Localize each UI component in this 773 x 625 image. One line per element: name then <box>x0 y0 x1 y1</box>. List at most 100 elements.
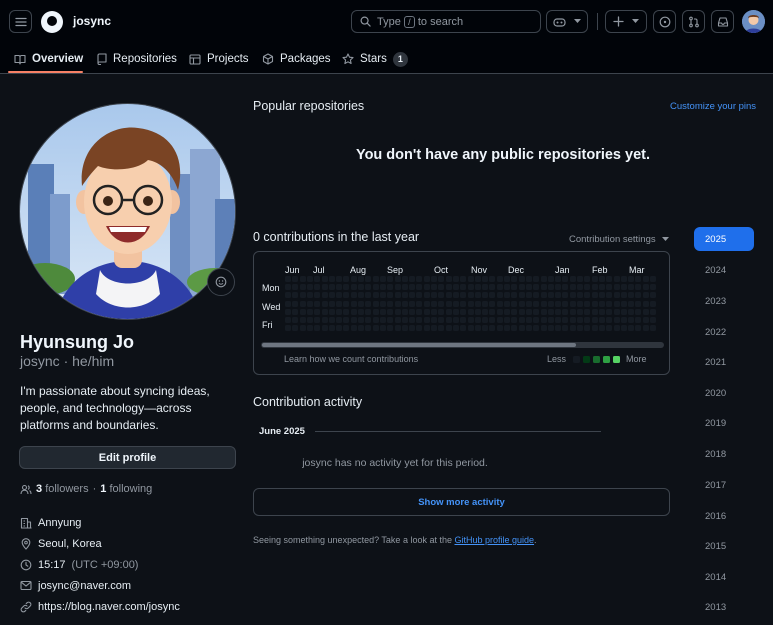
contribution-day-cell[interactable] <box>285 300 291 307</box>
contribution-day-cell[interactable] <box>482 300 489 307</box>
contribution-day-cell[interactable] <box>650 276 656 282</box>
contribution-day-cell[interactable] <box>379 325 386 332</box>
contribution-day-cell[interactable] <box>394 300 401 307</box>
contribution-day-cell[interactable] <box>365 284 372 291</box>
copilot-button[interactable] <box>546 10 588 33</box>
contribution-day-cell[interactable] <box>299 276 306 282</box>
contribution-day-cell[interactable] <box>584 325 591 332</box>
contribution-day-cell[interactable] <box>321 325 328 332</box>
contribution-day-cell[interactable] <box>350 317 357 323</box>
contribution-day-cell[interactable] <box>401 276 408 282</box>
contribution-day-cell[interactable] <box>336 276 343 282</box>
contribution-day-cell[interactable] <box>372 292 379 299</box>
year-button-2018[interactable]: 2018 <box>694 442 754 466</box>
contribution-day-cell[interactable] <box>394 284 401 291</box>
contribution-day-cell[interactable] <box>511 300 518 307</box>
contribution-day-cell[interactable] <box>606 325 613 332</box>
contribution-day-cell[interactable] <box>292 317 299 323</box>
contribution-day-cell[interactable] <box>562 308 569 315</box>
contribution-day-cell[interactable] <box>496 292 503 299</box>
contribution-day-cell[interactable] <box>650 284 656 291</box>
contribution-day-cell[interactable] <box>547 325 554 332</box>
contribution-day-cell[interactable] <box>547 284 554 291</box>
contribution-day-cell[interactable] <box>409 276 416 282</box>
show-more-activity-button[interactable]: Show more activity <box>253 488 670 516</box>
contribution-day-cell[interactable] <box>540 317 547 323</box>
contribution-day-cell[interactable] <box>525 292 532 299</box>
github-logo-icon[interactable] <box>41 11 63 33</box>
contribution-day-cell[interactable] <box>635 300 642 307</box>
contribution-day-cell[interactable] <box>431 292 437 299</box>
contribution-day-cell[interactable] <box>620 292 627 299</box>
contribution-day-cell[interactable] <box>635 325 642 332</box>
contribution-day-cell[interactable] <box>547 308 554 315</box>
contribution-day-cell[interactable] <box>474 300 481 307</box>
menu-button[interactable] <box>9 10 32 33</box>
contribution-day-cell[interactable] <box>606 292 613 299</box>
contribution-day-cell[interactable] <box>569 317 576 323</box>
contribution-day-cell[interactable] <box>518 325 525 332</box>
year-button-2019[interactable]: 2019 <box>694 411 754 435</box>
contribution-day-cell[interactable] <box>387 284 394 291</box>
contribution-day-cell[interactable] <box>591 284 598 291</box>
following-link[interactable]: 1 following <box>100 483 152 495</box>
contribution-day-cell[interactable] <box>628 276 635 282</box>
contribution-day-cell[interactable] <box>292 292 299 299</box>
year-button-2023[interactable]: 2023 <box>694 289 754 313</box>
contribution-day-cell[interactable] <box>613 292 620 299</box>
contribution-day-cell[interactable] <box>343 284 350 291</box>
contribution-day-cell[interactable] <box>620 317 627 323</box>
contribution-day-cell[interactable] <box>285 317 291 323</box>
contribution-day-cell[interactable] <box>569 325 576 332</box>
contribution-day-cell[interactable] <box>401 308 408 315</box>
contribution-day-cell[interactable] <box>445 317 452 323</box>
contribution-day-cell[interactable] <box>533 292 540 299</box>
contribution-day-cell[interactable] <box>350 284 357 291</box>
contribution-day-cell[interactable] <box>438 308 445 315</box>
contribution-day-cell[interactable] <box>387 308 394 315</box>
contribution-day-cell[interactable] <box>387 300 394 307</box>
followers-link[interactable]: 3 followers <box>36 483 89 495</box>
contribution-day-cell[interactable] <box>642 325 649 332</box>
contribution-day-cell[interactable] <box>540 308 547 315</box>
contribution-settings-dropdown[interactable]: Contribution settings <box>569 234 670 245</box>
contribution-day-cell[interactable] <box>328 325 335 332</box>
year-button-2021[interactable]: 2021 <box>694 350 754 374</box>
contribution-day-cell[interactable] <box>431 317 437 323</box>
contribution-day-cell[interactable] <box>577 300 583 307</box>
contribution-day-cell[interactable] <box>394 325 401 332</box>
contribution-day-cell[interactable] <box>584 300 591 307</box>
contribution-day-cell[interactable] <box>577 325 583 332</box>
contribution-day-cell[interactable] <box>306 300 313 307</box>
contribution-day-cell[interactable] <box>489 317 496 323</box>
year-button-2016[interactable]: 2016 <box>694 504 754 528</box>
contribution-day-cell[interactable] <box>533 276 540 282</box>
contribution-day-cell[interactable] <box>285 292 291 299</box>
contribution-day-cell[interactable] <box>416 276 423 282</box>
contribution-day-cell[interactable] <box>445 300 452 307</box>
contribution-day-cell[interactable] <box>292 300 299 307</box>
contribution-day-cell[interactable] <box>562 325 569 332</box>
tab-stars[interactable]: Stars 1 <box>342 44 408 74</box>
contribution-day-cell[interactable] <box>438 300 445 307</box>
contribution-day-cell[interactable] <box>525 317 532 323</box>
contribution-day-cell[interactable] <box>409 308 416 315</box>
contribution-day-cell[interactable] <box>606 300 613 307</box>
contribution-day-cell[interactable] <box>577 276 583 282</box>
contribution-day-cell[interactable] <box>438 292 445 299</box>
contribution-day-cell[interactable] <box>321 308 328 315</box>
contribution-day-cell[interactable] <box>328 292 335 299</box>
contribution-day-cell[interactable] <box>650 325 656 332</box>
contribution-day-cell[interactable] <box>423 276 430 282</box>
contribution-day-cell[interactable] <box>569 276 576 282</box>
contribution-day-cell[interactable] <box>438 284 445 291</box>
contribution-day-cell[interactable] <box>460 284 467 291</box>
contribution-day-cell[interactable] <box>336 317 343 323</box>
contribution-day-cell[interactable] <box>328 284 335 291</box>
contribution-day-cell[interactable] <box>467 300 474 307</box>
contribution-day-cell[interactable] <box>452 317 459 323</box>
contribution-day-cell[interactable] <box>591 317 598 323</box>
contribution-day-cell[interactable] <box>336 292 343 299</box>
contribution-day-cell[interactable] <box>482 292 489 299</box>
contribution-day-cell[interactable] <box>613 284 620 291</box>
